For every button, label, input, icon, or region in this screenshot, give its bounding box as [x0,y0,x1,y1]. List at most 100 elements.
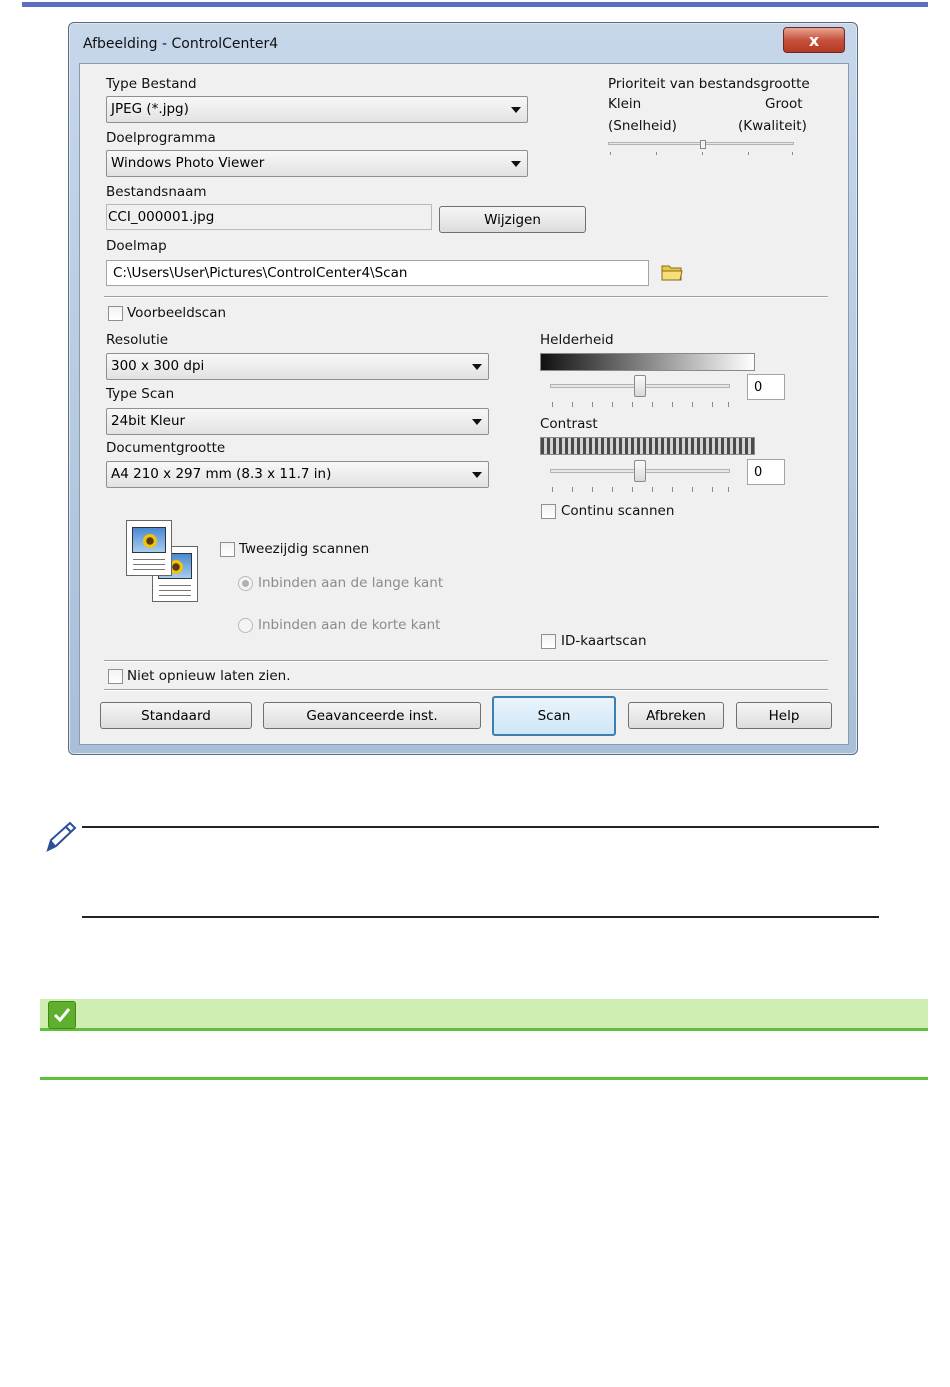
file-name-value: CCI_000001.jpg [108,209,215,225]
note-bottom-rule [82,916,879,918]
separator [104,296,828,298]
window-title: Afbeelding - ControlCenter4 [83,36,279,52]
slider-tick [652,402,653,407]
default-button[interactable]: Standaard [100,702,252,729]
close-icon: x [808,30,820,50]
chevron-down-icon [511,161,521,167]
chevron-down-icon [472,419,482,425]
slider-tick [712,487,713,492]
default-button-label: Standaard [141,707,211,724]
duplex-label: Tweezijdig scannen [239,541,370,557]
destination-label: Doelmap [106,238,167,254]
slider-tick [748,152,749,155]
contrast-slider[interactable] [550,459,730,495]
resolution-label: Resolutie [106,332,169,348]
preview-scan-checkbox[interactable] [108,306,123,321]
slider-tick [672,487,673,492]
cancel-button[interactable]: Afbreken [628,702,724,729]
slider-tick [672,402,673,407]
document-size-label: Documentgrootte [106,440,226,456]
contrast-label: Contrast [540,416,598,432]
scan-type-value: 24bit Kleur [111,413,186,429]
help-button-label: Help [768,707,800,724]
slider-tick [610,152,611,155]
advanced-settings-button[interactable]: Geavanceerde inst. [263,702,481,729]
chevron-down-icon [511,107,521,113]
slider-tick [632,402,633,407]
slider-tick [692,487,693,492]
destination-value: C:\Users\User\Pictures\ControlCenter4\Sc… [113,265,408,281]
brightness-value-field[interactable]: 0 [747,374,785,400]
scan-type-label: Type Scan [106,386,175,402]
slider-tick [592,402,593,407]
size-priority-speed-label: (Snelheid) [608,118,677,134]
short-edge-radio[interactable] [238,618,253,633]
change-file-name-button[interactable]: Wijzigen [439,206,586,233]
brightness-value: 0 [754,380,763,395]
slider-tick [712,402,713,407]
contrast-pattern [540,437,755,455]
contrast-value-field[interactable]: 0 [747,459,785,485]
short-edge-label: Inbinden aan de korte kant [258,617,441,633]
file-name-label: Bestandsnaam [106,184,207,200]
id-card-scan-label: ID-kaartscan [561,633,647,649]
resolution-dropdown[interactable]: 300 x 300 dpi [106,353,489,380]
contrast-value: 0 [754,465,763,480]
separator [104,689,828,691]
slider-tick [728,402,729,407]
slider-tick [612,487,613,492]
document-page-front [126,520,172,576]
slider-tick [656,152,657,155]
file-type-dropdown[interactable]: JPEG (*.jpg) [106,96,528,123]
top-accent-bar [22,2,928,7]
brightness-slider[interactable] [550,374,730,410]
target-app-dropdown[interactable]: Windows Photo Viewer [106,150,528,177]
close-button[interactable]: x [783,27,845,53]
dialog-window: Afbeelding - ControlCenter4 x Type Besta… [68,22,858,755]
slider-tick [552,487,553,492]
long-edge-label: Inbinden aan de lange kant [258,575,444,591]
slider-tick [632,487,633,492]
slider-tick [592,487,593,492]
size-priority-large-label: Groot [765,96,803,112]
destination-field[interactable]: C:\Users\User\Pictures\ControlCenter4\Sc… [106,260,649,286]
document-pages-icon [126,520,202,606]
separator [104,660,828,662]
chevron-down-icon [472,364,482,370]
file-type-value: JPEG (*.jpg) [111,101,189,117]
size-priority-label: Prioriteit van bestandsgrootte [608,76,810,92]
slider-tick [652,487,653,492]
slider-tick [572,487,573,492]
duplex-checkbox[interactable] [220,542,235,557]
advanced-settings-button-label: Geavanceerde inst. [306,707,438,724]
folder-icon [661,265,683,281]
browse-folder-button[interactable] [660,262,684,284]
slider-tick [702,152,703,155]
scan-button[interactable]: Scan [492,696,616,736]
long-edge-radio[interactable] [238,576,253,591]
slider-thumb[interactable] [634,460,646,482]
document-size-value: A4 210 x 297 mm (8.3 x 11.7 in) [111,466,332,482]
id-card-scan-checkbox[interactable] [541,634,556,649]
slider-thumb[interactable] [634,375,646,397]
file-name-field: CCI_000001.jpg [106,204,432,230]
dont-show-again-label: Niet opnieuw laten zien. [127,668,291,684]
scan-type-dropdown[interactable]: 24bit Kleur [106,408,489,435]
note-top-rule [82,826,879,828]
slider-tick [692,402,693,407]
slider-tick [552,402,553,407]
change-button-label: Wijzigen [484,211,541,228]
help-button[interactable]: Help [736,702,832,729]
slider-tick [728,487,729,492]
dialog-client-area: Type Bestand JPEG (*.jpg) Doelprogramma … [79,63,849,745]
dont-show-again-checkbox[interactable] [108,669,123,684]
related-info-bar [40,999,928,1031]
size-priority-slider[interactable] [608,140,794,160]
slider-tick [612,402,613,407]
slider-thumb[interactable] [700,140,706,149]
target-app-value: Windows Photo Viewer [111,155,265,171]
document-size-dropdown[interactable]: A4 210 x 297 mm (8.3 x 11.7 in) [106,461,489,488]
continuous-scan-checkbox[interactable] [541,504,556,519]
pencil-icon [44,820,80,854]
cancel-button-label: Afbreken [646,707,706,724]
